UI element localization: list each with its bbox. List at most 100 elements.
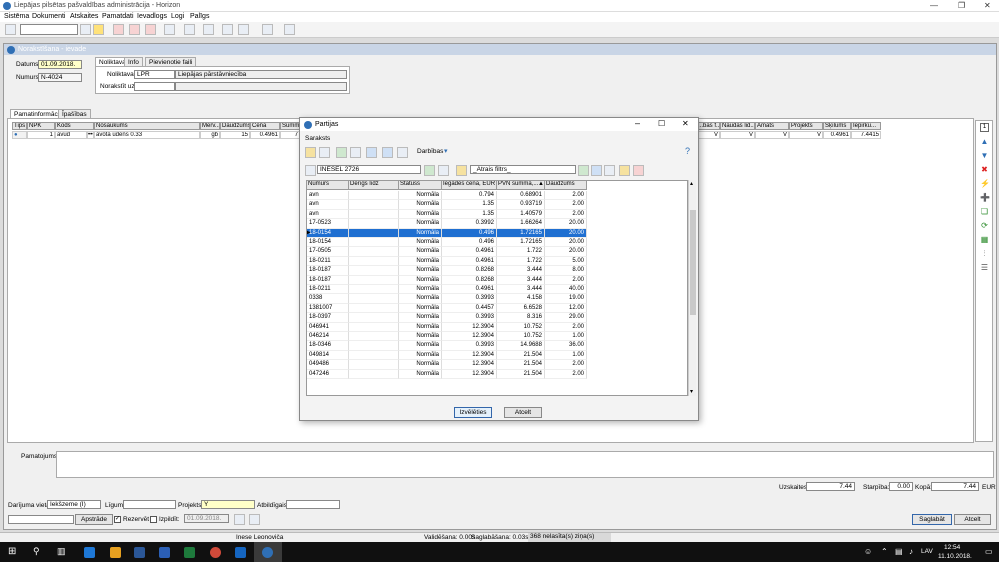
- menu-paligs[interactable]: Palīgs: [190, 13, 209, 20]
- partija-row[interactable]: avn Normāla 1.35 1.40579 2.00: [307, 209, 587, 220]
- cell-kods[interactable]: avud: [55, 131, 87, 139]
- partija-cell[interactable]: Normāla: [399, 238, 442, 248]
- report-1-icon[interactable]: [113, 24, 124, 35]
- network-icon[interactable]: ▤: [895, 547, 903, 556]
- partija-row[interactable]: 046941 Normāla 12.3904 10.752 2.00: [307, 322, 587, 332]
- partija-row[interactable]: 0338 Normāla 0.3993 4.158 19.00: [307, 294, 587, 304]
- partija-row[interactable]: 046214 Normāla 12.3904 10.752 1.00: [307, 332, 587, 342]
- partija-cell[interactable]: 3.444: [497, 285, 545, 295]
- partija-cell[interactable]: 0.3993: [442, 294, 497, 304]
- partija-cell[interactable]: 20.00: [545, 228, 587, 238]
- partija-cell[interactable]: 0.68901: [497, 191, 545, 201]
- cell-cena[interactable]: 0.4961: [250, 131, 280, 139]
- partija-cell[interactable]: 0.496: [442, 228, 497, 238]
- hdr-summa[interactable]: Summa: [280, 122, 300, 130]
- excel-app-icon[interactable]: [184, 547, 195, 558]
- partija-cell[interactable]: 21.504: [497, 369, 545, 379]
- partija-cell[interactable]: Normāla: [399, 209, 442, 220]
- hdr-naudas-lid[interactable]: Naudas lid...: [720, 122, 755, 130]
- hdr-daudzums[interactable]: Daudzums: [220, 122, 250, 130]
- close-windows-icon[interactable]: [238, 24, 249, 35]
- atcelt-button[interactable]: Atcelt: [954, 514, 991, 525]
- partija-cell[interactable]: 0.4961: [442, 247, 497, 257]
- partija-cell[interactable]: 2.00: [545, 209, 587, 220]
- open-icon[interactable]: [319, 147, 330, 158]
- partija-cell[interactable]: 18-0187: [307, 266, 349, 276]
- partija-cell[interactable]: avn: [307, 200, 349, 210]
- copy-row-icon[interactable]: ❏: [980, 207, 989, 216]
- partija-row[interactable]: 18-0187 Normāla 0.8268 3.444 2.00: [307, 275, 587, 285]
- partija-cell[interactable]: Normāla: [399, 360, 442, 370]
- partija-cell[interactable]: [349, 266, 399, 276]
- darbibas-menu[interactable]: Darbības: [417, 148, 443, 155]
- partija-cell[interactable]: 21.504: [497, 360, 545, 370]
- partija-cell[interactable]: Normāla: [399, 332, 442, 342]
- partija-cell[interactable]: 12.3904: [442, 332, 497, 342]
- partija-cell[interactable]: [349, 313, 399, 323]
- partija-cell[interactable]: 2.00: [545, 275, 587, 285]
- partija-cell[interactable]: [349, 256, 399, 267]
- hdr-kods[interactable]: Kods: [55, 122, 94, 130]
- clear-filter-icon[interactable]: [438, 165, 449, 176]
- hdr-statuss[interactable]: Statuss: [399, 181, 442, 189]
- menu-logi[interactable]: Logi: [171, 13, 184, 20]
- quick-filter-select[interactable]: _Ātrais filtrs_: [470, 165, 576, 174]
- partija-cell[interactable]: 046941: [307, 322, 349, 332]
- calculate-icon[interactable]: [234, 514, 245, 525]
- grid-scrollbar-thumb[interactable]: [690, 210, 696, 315]
- quick-filter-funnel-icon[interactable]: [591, 165, 602, 176]
- hdr-numurs[interactable]: Numurs: [307, 181, 349, 189]
- partija-cell[interactable]: Normāla: [399, 275, 442, 285]
- partija-cell[interactable]: 8.00: [545, 266, 587, 276]
- partija-row[interactable]: 1381007 Normāla 0.4457 6.6528 12.00: [307, 303, 587, 314]
- partija-cell[interactable]: [349, 332, 399, 342]
- partija-cell[interactable]: 0338: [307, 294, 349, 304]
- partija-cell[interactable]: 0.4457: [442, 303, 497, 314]
- action-lightning-icon[interactable]: ⚡: [980, 179, 990, 188]
- scroll-up-icon[interactable]: ▴: [690, 180, 693, 187]
- partija-cell[interactable]: Normāla: [399, 256, 442, 267]
- hdr-amats[interactable]: Amats: [755, 122, 789, 130]
- partija-cell[interactable]: 14.9688: [497, 341, 545, 351]
- partija-cell[interactable]: Normāla: [399, 313, 442, 323]
- partija-cell[interactable]: 0.4961: [442, 256, 497, 267]
- cell-skilums[interactable]: 0.4961: [823, 131, 851, 139]
- window-arrange-icon[interactable]: [262, 24, 273, 35]
- add-row-icon[interactable]: ➕: [980, 193, 990, 202]
- save-filter-icon[interactable]: [619, 165, 630, 176]
- cell-nosaukums[interactable]: avota ūdens 0.33: [94, 131, 200, 139]
- saglabat-button[interactable]: Saglabāt: [912, 514, 952, 525]
- apstrade-button[interactable]: Apstrāde: [75, 514, 113, 525]
- partija-cell[interactable]: Normāla: [399, 294, 442, 304]
- partija-cell[interactable]: 18-0346: [307, 341, 349, 351]
- columns-icon[interactable]: [382, 147, 393, 158]
- toolbar-search-input[interactable]: [20, 24, 78, 35]
- word-app-icon[interactable]: [159, 547, 170, 558]
- maximize-button[interactable]: ❐: [958, 1, 965, 10]
- quick-filter-apply-icon[interactable]: [578, 165, 589, 176]
- partija-cell[interactable]: Normāla: [399, 247, 442, 257]
- window-layout-2-icon[interactable]: [203, 24, 214, 35]
- partija-cell[interactable]: 8.316: [497, 313, 545, 323]
- sort-icon[interactable]: [397, 147, 408, 158]
- edit-icon[interactable]: [305, 147, 316, 158]
- tray-chevron-icon[interactable]: ⌃: [881, 547, 888, 556]
- partija-row[interactable]: avn Normāla 1.35 0.93719 2.00: [307, 200, 587, 210]
- menu-ievadlogs[interactable]: Ievadlogs: [137, 13, 167, 20]
- partija-cell[interactable]: [349, 238, 399, 248]
- partija-cell[interactable]: Normāla: [399, 219, 442, 229]
- dialog-atcelt-button[interactable]: Atcelt: [504, 407, 542, 418]
- clock-date[interactable]: 11.10.2018.: [938, 553, 972, 560]
- hdr-tips[interactable]: Tips: [12, 122, 27, 130]
- hdr-cena[interactable]: Cena: [250, 122, 280, 130]
- hdr-merv[interactable]: Mērv...: [200, 122, 220, 130]
- dialog-minimize-button[interactable]: –: [635, 118, 640, 128]
- rezervet-checkbox[interactable]: ✓: [114, 516, 121, 523]
- partija-cell[interactable]: 2.00: [545, 322, 587, 332]
- partija-cell[interactable]: 0.93719: [497, 200, 545, 210]
- remove-filter-icon[interactable]: [633, 165, 644, 176]
- outlook-app-icon[interactable]: [134, 547, 145, 558]
- report-2-icon[interactable]: [129, 24, 140, 35]
- partija-cell[interactable]: 1.72165: [497, 238, 545, 248]
- people-icon[interactable]: ☺: [864, 547, 872, 556]
